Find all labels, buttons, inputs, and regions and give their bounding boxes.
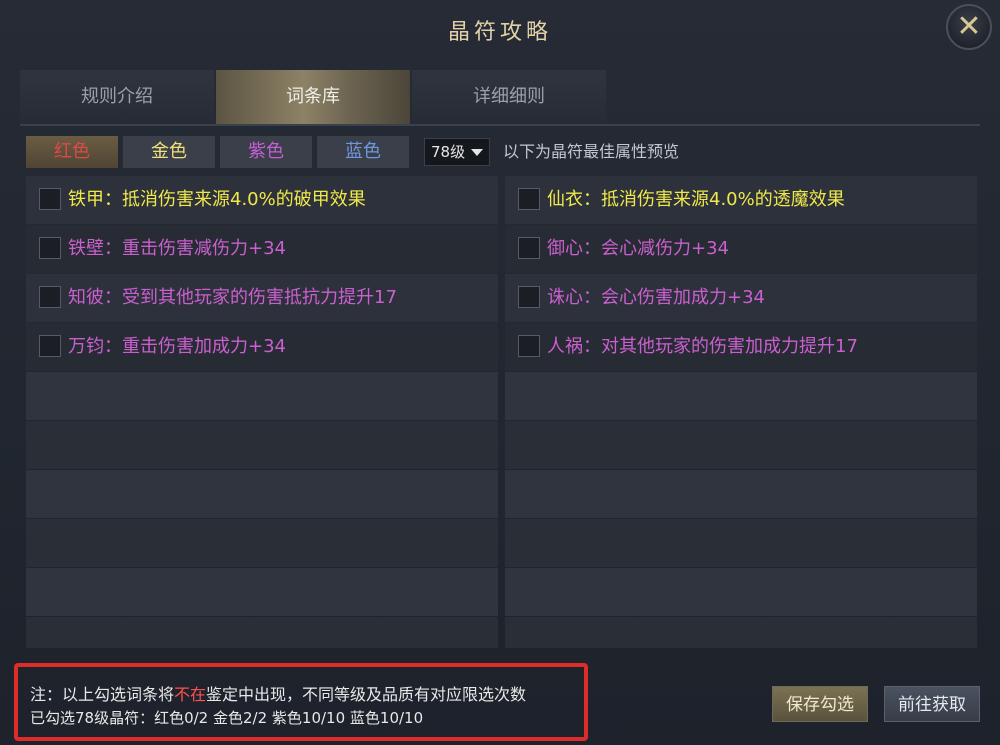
tab-details[interactable]: 详细细则 [412,70,606,124]
empty-row [26,372,498,420]
level-dropdown-value: 78级 [431,143,466,161]
entry-name: 知彼 [68,287,104,308]
empty-row [26,470,498,518]
empty-row [26,519,498,567]
entry-checkbox[interactable] [518,286,540,308]
entry-checkbox[interactable] [39,286,61,308]
entry-row[interactable]: 知彼：受到其他玩家的伤害抵抗力提升17 [26,274,498,322]
chevron-down-icon [471,149,483,156]
entry-row[interactable]: 铁甲：抵消伤害来源4.0%的破甲效果 [26,176,498,224]
entry-row[interactable]: 诛心：会心伤害加成力+34 [505,274,977,322]
color-tab-gold[interactable]: 金色 [123,136,215,168]
entry-name: 铁壁 [68,238,104,259]
entry-list-right: 仙衣：抵消伤害来源4.0%的透魔效果 御心：会心减伤力+34 诛心：会心伤害加成… [505,176,977,648]
empty-row [26,617,498,648]
entry-desc: 抵消伤害来源4.0%的透魔效果 [601,189,845,210]
empty-row [505,519,977,567]
entry-checkbox[interactable] [39,188,61,210]
entry-desc: 抵消伤害来源4.0%的破甲效果 [122,189,366,210]
empty-row [26,421,498,469]
color-tab-blue[interactable]: 蓝色 [317,136,409,168]
entry-checkbox[interactable] [518,188,540,210]
entry-checkbox[interactable] [518,335,540,357]
empty-row [505,372,977,420]
entry-name: 仙衣 [547,189,583,210]
dialog-title: 晶符攻略 [447,20,552,45]
dialog-window: 晶符攻略 ✕ 规则介绍 词条库 详细细则 红色 金色 紫色 蓝色 78级 以下为… [0,0,1000,745]
empty-row [505,421,977,469]
entry-name: 铁甲 [68,189,104,210]
entry-desc: 重击伤害加成力+34 [122,336,286,357]
color-tab-purple[interactable]: 紫色 [220,136,312,168]
save-selection-button[interactable]: 保存勾选 [772,686,868,722]
close-icon: ✕ [956,9,982,44]
preview-hint: 以下为晶符最佳属性预览 [503,142,680,161]
entry-row[interactable]: 万钧：重击伤害加成力+34 [26,323,498,371]
entry-desc: 受到其他玩家的伤害抵抗力提升17 [122,287,397,308]
entry-list-left: 铁甲：抵消伤害来源4.0%的破甲效果 铁壁：重击伤害减伤力+34 知彼：受到其他… [26,176,498,648]
entry-row[interactable]: 铁壁：重击伤害减伤力+34 [26,225,498,273]
entry-name: 万钧 [68,336,104,357]
note-prefix: 注：以上勾选词条将 [30,685,175,704]
entry-row[interactable]: 人祸：对其他玩家的伤害加成力提升17 [505,323,977,371]
entry-checkbox[interactable] [39,237,61,259]
empty-row [505,617,977,648]
empty-row [505,568,977,616]
entry-desc: 会心伤害加成力+34 [601,287,765,308]
entry-row[interactable]: 御心：会心减伤力+34 [505,225,977,273]
main-tabs: 规则介绍 词条库 详细细则 [20,70,980,126]
empty-row [505,470,977,518]
entry-desc: 会心减伤力+34 [601,238,729,259]
tab-entry-library[interactable]: 词条库 [216,70,410,124]
entry-name: 人祸 [547,336,583,357]
tab-rules[interactable]: 规则介绍 [20,70,214,124]
empty-row [26,568,498,616]
entry-name: 诛心 [547,287,583,308]
level-dropdown[interactable]: 78级 [424,138,490,166]
entry-row[interactable]: 仙衣：抵消伤害来源4.0%的透魔效果 [505,176,977,224]
close-button[interactable]: ✕ [946,4,992,50]
entry-desc: 重击伤害减伤力+34 [122,238,286,259]
entry-desc: 对其他玩家的伤害加成力提升17 [601,336,858,357]
go-obtain-button[interactable]: 前往获取 [884,686,980,722]
note-highlight: 不在 [174,685,207,704]
selection-note: 注：以上勾选词条将不在鉴定中出现，不同等级及品质有对应限选次数 已勾选78级晶符… [14,663,588,741]
entry-name: 御心 [547,238,583,259]
selection-summary: 已勾选78级晶符：红色0/2 金色2/2 紫色10/10 蓝色10/10 [30,709,424,727]
color-tab-red[interactable]: 红色 [26,136,118,168]
entry-checkbox[interactable] [518,237,540,259]
entry-checkbox[interactable] [39,335,61,357]
note-suffix: 鉴定中出现，不同等级及品质有对应限选次数 [206,685,527,704]
